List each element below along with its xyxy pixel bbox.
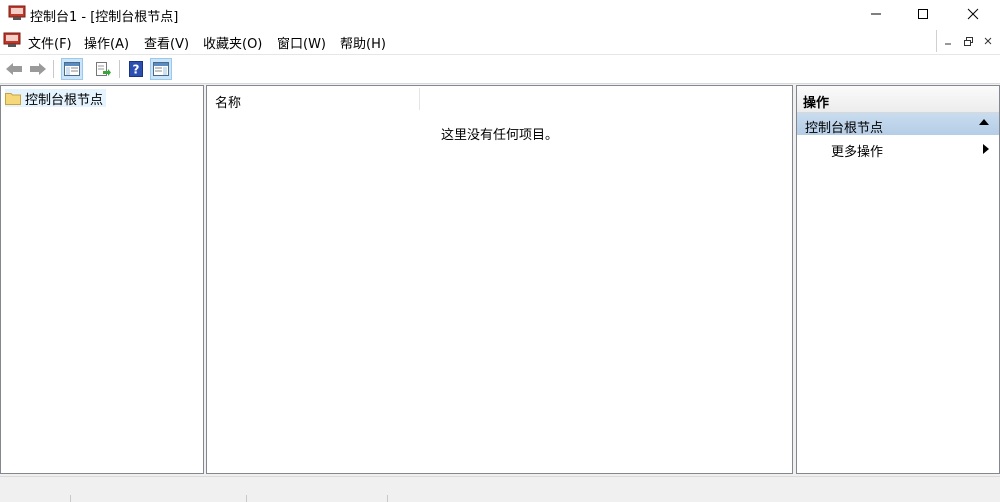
- child-close-button[interactable]: [979, 32, 997, 50]
- close-icon: [984, 37, 992, 45]
- title-bar: 控制台1 - [控制台根节点]: [0, 0, 1000, 28]
- list-column-header: 名称: [207, 86, 792, 112]
- close-button[interactable]: [950, 0, 996, 28]
- toolbar: ?: [0, 54, 1000, 84]
- mmc-app-icon[interactable]: [8, 5, 26, 22]
- actions-pane-header: 操作: [797, 86, 999, 113]
- empty-list-message: 这里没有任何项目。: [440, 128, 558, 143]
- menu-help[interactable]: 帮助(H): [340, 33, 386, 52]
- mdi-child-controls: [936, 30, 1000, 52]
- maximize-button[interactable]: [900, 0, 946, 28]
- menu-favorites[interactable]: 收藏夹(O): [203, 33, 262, 52]
- maximize-icon: [918, 9, 928, 19]
- minimize-button[interactable]: [853, 0, 899, 28]
- results-list-pane[interactable]: 名称 这里没有任何项目。: [206, 85, 793, 474]
- child-minimize-button[interactable]: [939, 32, 957, 50]
- window-title: 控制台1 - [控制台根节点]: [30, 10, 179, 25]
- help-icon: ?: [129, 61, 143, 77]
- child-restore-button[interactable]: [959, 32, 977, 50]
- folder-icon: [5, 93, 21, 105]
- system-menu-icon[interactable]: [3, 32, 21, 49]
- export-list-icon: [96, 62, 111, 76]
- tree-node-label: 控制台根节点: [25, 92, 104, 108]
- actions-section-title: 控制台根节点: [805, 121, 884, 136]
- actions-pane-title: 操作: [803, 96, 830, 111]
- help-button[interactable]: ?: [125, 58, 147, 80]
- back-button[interactable]: [3, 58, 25, 80]
- forward-arrow-icon: [30, 63, 46, 75]
- show-hide-tree-button[interactable]: [61, 58, 83, 80]
- actions-pane: 操作 控制台根节点 更多操作: [796, 85, 1000, 474]
- toolbar-separator: [53, 60, 54, 78]
- menu-bar: 文件(F) 操作(A) 查看(V) 收藏夹(O) 窗口(W) 帮助(H): [0, 28, 1000, 54]
- show-hide-action-pane-icon: [153, 62, 169, 76]
- menu-action[interactable]: 操作(A): [84, 33, 129, 52]
- collapse-up-icon[interactable]: [979, 119, 989, 125]
- menu-view[interactable]: 查看(V): [144, 33, 189, 52]
- toolbar-separator: [119, 60, 120, 78]
- minimize-icon: [871, 13, 881, 15]
- submenu-arrow-icon: [983, 144, 989, 154]
- column-header-name[interactable]: 名称: [215, 92, 241, 111]
- forward-button[interactable]: [27, 58, 49, 80]
- tree-node-console-root[interactable]: 控制台根节点: [5, 89, 107, 108]
- show-hide-action-pane-button[interactable]: [150, 58, 172, 80]
- menu-file[interactable]: 文件(F): [28, 33, 72, 52]
- show-hide-tree-icon: [64, 62, 80, 76]
- back-arrow-icon: [6, 63, 22, 75]
- export-list-button[interactable]: [92, 58, 114, 80]
- minimize-icon: [945, 43, 951, 45]
- more-actions-label: 更多操作: [831, 145, 884, 160]
- menu-window[interactable]: 窗口(W): [277, 33, 326, 52]
- status-bar: [0, 476, 1000, 502]
- column-divider[interactable]: [419, 88, 420, 110]
- close-icon: [967, 8, 979, 20]
- console-tree-pane[interactable]: 控制台根节点: [0, 85, 204, 474]
- restore-icon: [963, 36, 973, 46]
- more-actions-item[interactable]: 更多操作: [797, 138, 999, 160]
- svg-text:?: ?: [133, 63, 140, 77]
- actions-section-header[interactable]: 控制台根节点: [797, 113, 999, 136]
